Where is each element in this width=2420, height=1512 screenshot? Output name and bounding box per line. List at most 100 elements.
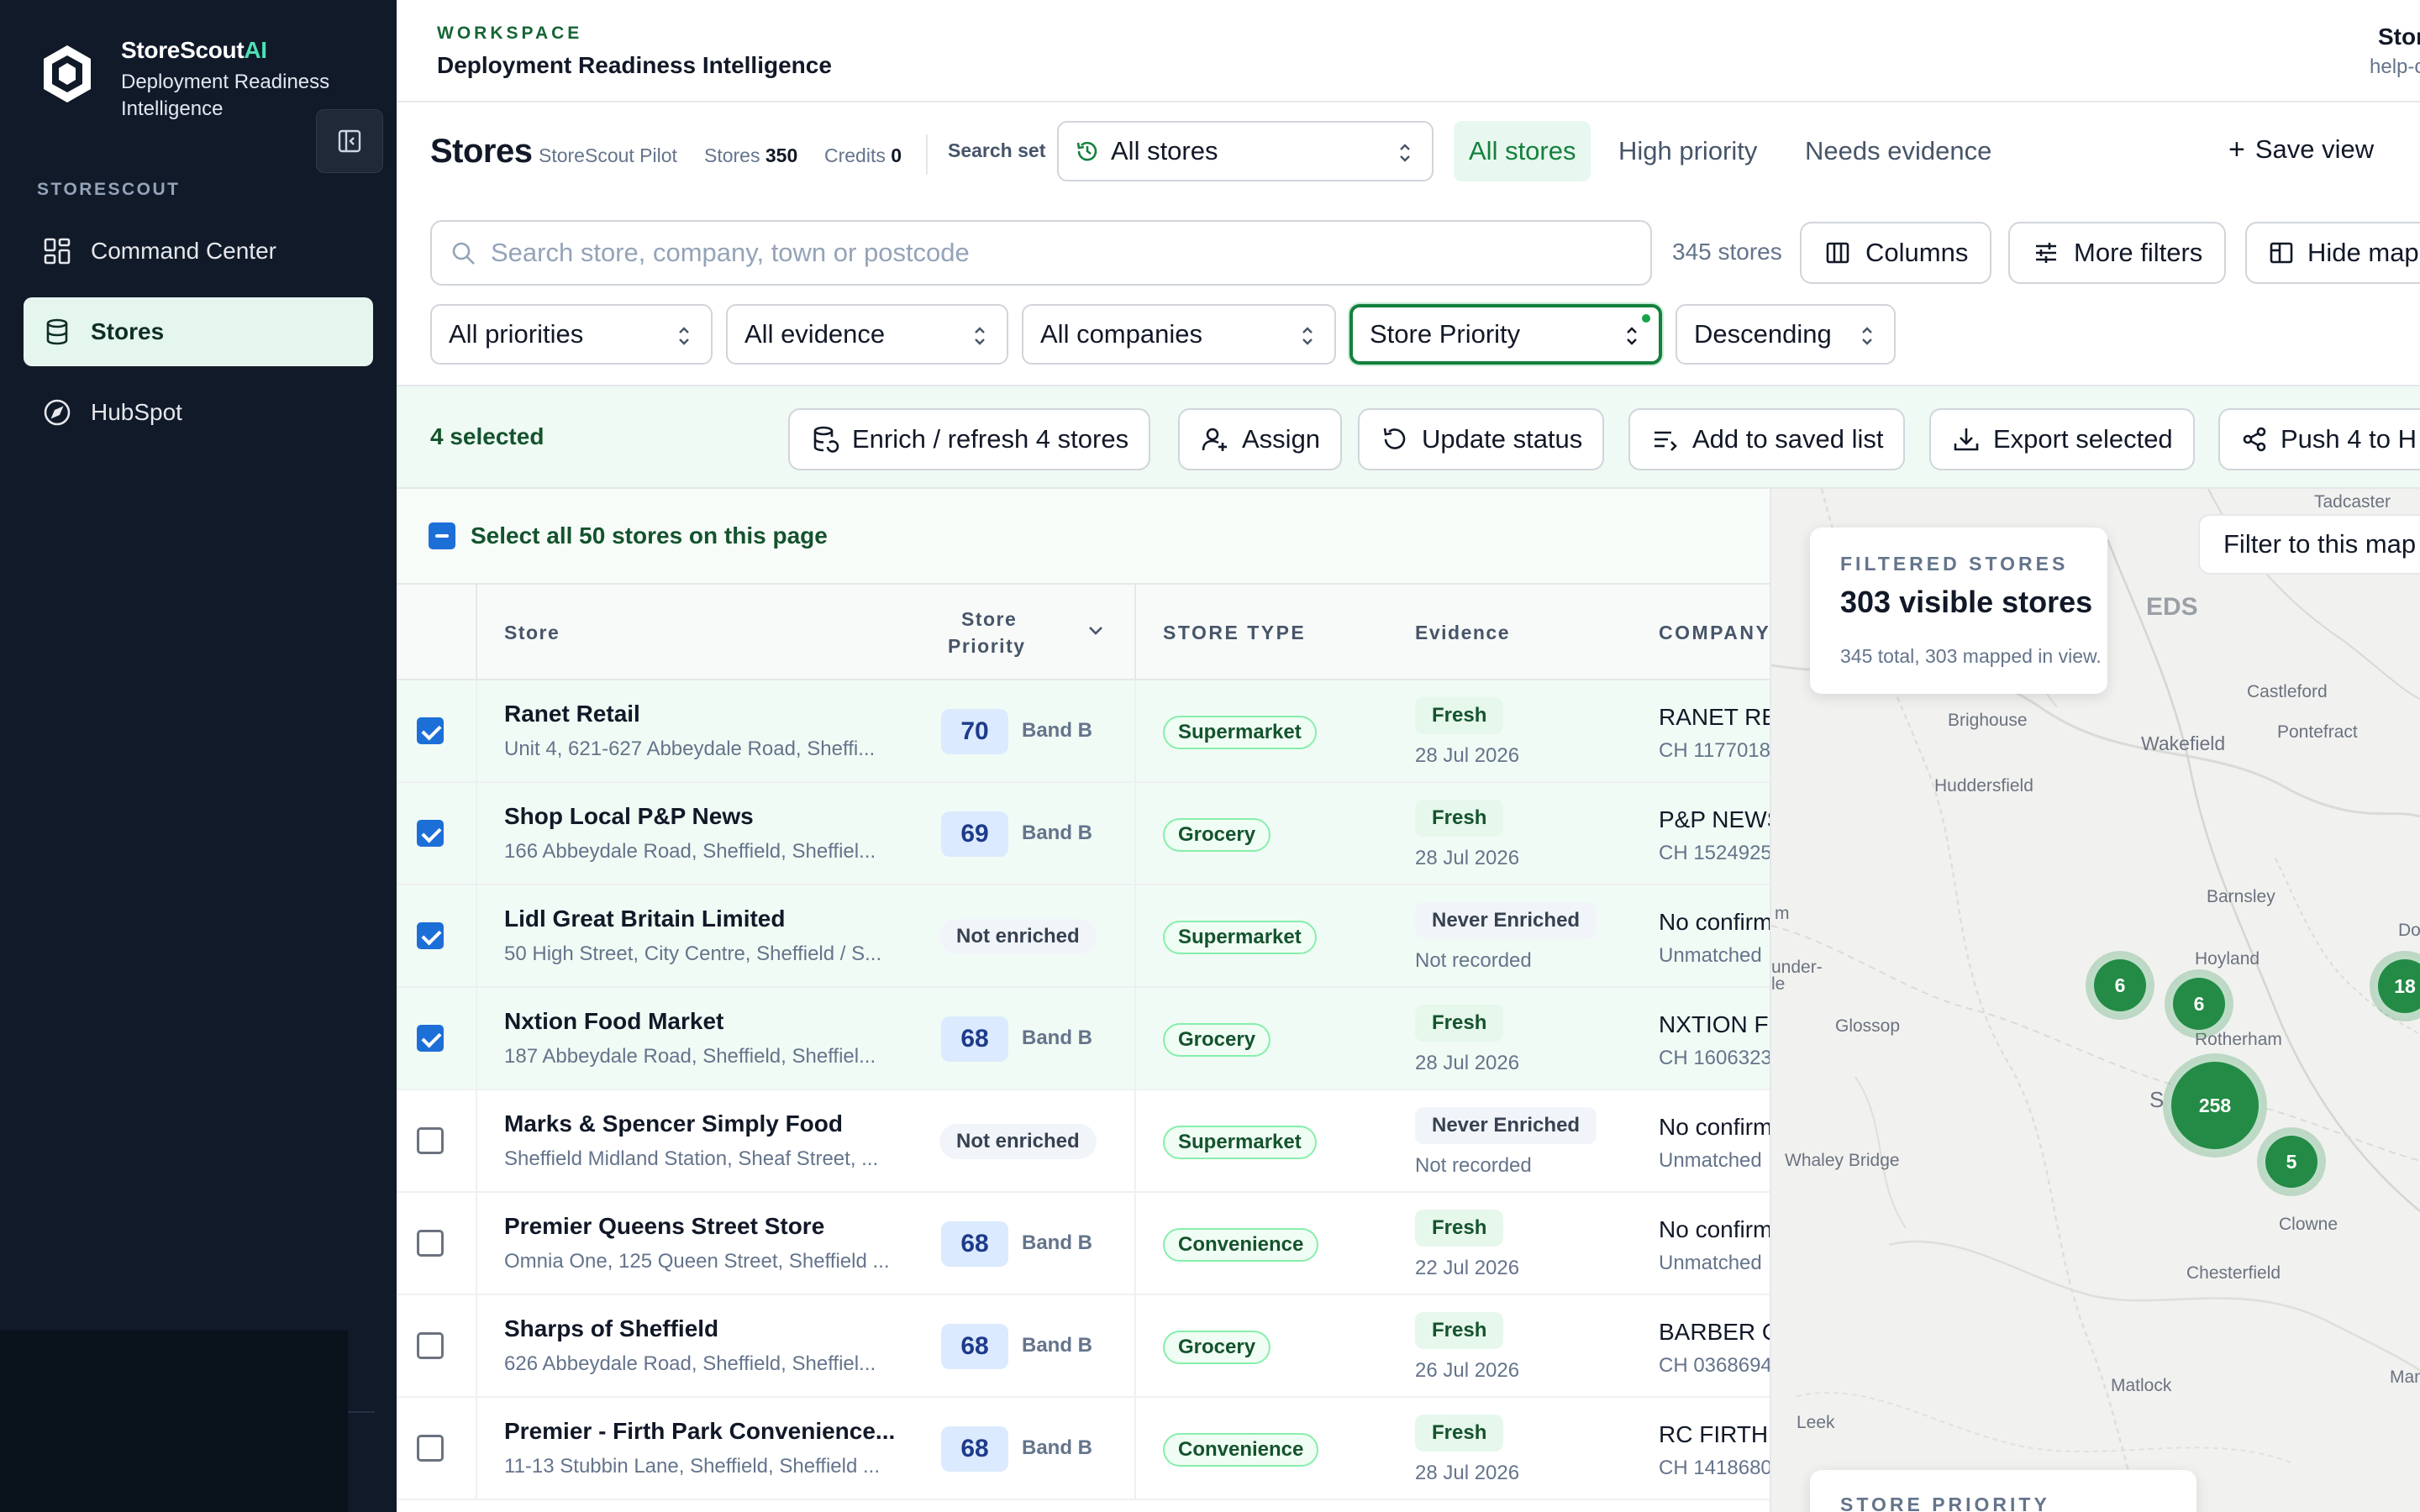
evidence-date: 28 Jul 2026	[1415, 1052, 1520, 1074]
collapse-sidebar-button[interactable]	[316, 109, 383, 173]
map-cluster-marker[interactable]: 6	[2170, 974, 2228, 1033]
map-place-label: Matlock	[2111, 1376, 2172, 1395]
credits-count: Credits 0	[824, 144, 902, 166]
update-status-button[interactable]: Update status	[1358, 408, 1605, 470]
map-cluster-marker[interactable]: 5	[2262, 1132, 2321, 1191]
column-header-company[interactable]: COMPANY	[1659, 622, 1770, 644]
priority-filter-select[interactable]: All priorities	[430, 304, 713, 365]
store-name[interactable]: Sharps of Sheffield	[504, 1315, 718, 1342]
columns-button[interactable]: Columns	[1800, 222, 1992, 284]
table-row[interactable]: Sharps of Sheffield 626 Abbeydale Road, …	[397, 1295, 1770, 1398]
column-header-priority-line1[interactable]: Store	[961, 608, 1016, 631]
table-row[interactable]: Ranet Retail Unit 4, 621-627 Abbeydale R…	[397, 680, 1770, 783]
evidence-filter-select[interactable]: All evidence	[726, 304, 1008, 365]
store-type-badge: Convenience	[1163, 1433, 1319, 1467]
row-checkbox[interactable]	[417, 1332, 444, 1359]
sidebar-item-hubspot[interactable]: HubSpot	[24, 378, 373, 447]
company-filter-select[interactable]: All companies	[1022, 304, 1336, 365]
map-place-label: Brighouse	[1948, 711, 2028, 730]
search-set-select[interactable]: All stores	[1057, 121, 1434, 181]
priority-score: 68	[941, 1221, 1008, 1267]
company-number: Unmatched	[1659, 1149, 1762, 1172]
evidence-badge: Fresh	[1415, 697, 1504, 734]
priority-score: 69	[941, 811, 1008, 857]
store-type-badge: Supermarket	[1163, 921, 1317, 954]
chevron-down-icon[interactable]	[1087, 625, 1104, 637]
store-name[interactable]: Marks & Spencer Simply Food	[504, 1110, 843, 1137]
divider	[1134, 988, 1136, 1090]
priority-band: Band B	[1022, 1334, 1092, 1357]
search-input[interactable]: Search store, company, town or postcode	[430, 220, 1652, 286]
table-row[interactable]: Shop Local P&P News 166 Abbeydale Road, …	[397, 783, 1770, 885]
pilot-label: StoreScout Pilot	[539, 144, 677, 166]
divider	[1134, 1295, 1136, 1398]
store-type-badge: Supermarket	[1163, 1126, 1317, 1159]
sidebar-item-command-center[interactable]: Command Center	[24, 217, 373, 286]
tab-high-priority[interactable]: High priority	[1603, 121, 1772, 181]
divider	[476, 885, 477, 988]
hide-map-button[interactable]: Hide map	[2245, 222, 2420, 284]
push-to-hubspot-button[interactable]: Push 4 to H	[2218, 408, 2420, 470]
evidence-badge: Fresh	[1415, 1005, 1504, 1042]
row-checkbox[interactable]	[417, 1230, 444, 1257]
column-header-store-type[interactable]: STORE TYPE	[1163, 622, 1306, 644]
table-row[interactable]: Premier Queens Street Store Omnia One, 1…	[397, 1193, 1771, 1295]
evidence-date: 22 Jul 2026	[1415, 1257, 1520, 1279]
store-map[interactable]: Tadcaster EDS Castleford Brighouse Wakef…	[1771, 489, 2420, 1512]
row-checkbox[interactable]	[417, 1025, 444, 1052]
tab-all-stores[interactable]: All stores	[1454, 121, 1591, 181]
more-filters-button[interactable]: More filters	[2008, 222, 2227, 284]
map-cluster-marker[interactable]: 6	[2091, 956, 2149, 1015]
map-panel-icon	[2269, 239, 2294, 267]
table-row[interactable]: Lidl Great Britain Limited 50 High Stree…	[397, 885, 1770, 988]
enrich-refresh-button[interactable]: Enrich / refresh 4 stores	[788, 408, 1151, 470]
select-all-row: Select all 50 stores on this page	[397, 489, 1770, 585]
workspace-title: Deployment Readiness Intelligence	[437, 52, 832, 78]
plus-icon: +	[2228, 134, 2245, 165]
row-checkbox[interactable]	[417, 820, 444, 847]
sort-direction-select[interactable]: Descending	[1676, 304, 1896, 365]
store-name[interactable]: Premier - Firth Park Convenience...	[504, 1418, 895, 1445]
map-place-label: Clowne	[2279, 1215, 2338, 1234]
table-row[interactable]: Nxtion Food Market 187 Abbeydale Road, S…	[397, 988, 1770, 1090]
row-checkbox[interactable]	[417, 922, 444, 949]
tab-needs-evidence[interactable]: Needs evidence	[1790, 121, 2007, 181]
export-selected-button[interactable]: Export selected	[1929, 408, 2195, 470]
user-name[interactable]: Stor	[2378, 24, 2420, 50]
store-name[interactable]: Shop Local P&P News	[504, 803, 754, 830]
sidebar-item-stores[interactable]: Stores	[24, 297, 373, 366]
assign-button[interactable]: Assign	[1178, 408, 1343, 470]
column-header-priority-line2[interactable]: Priority	[948, 635, 1026, 658]
store-name[interactable]: Premier Queens Street Store	[504, 1213, 824, 1240]
divider	[348, 1411, 375, 1413]
table-row[interactable]: Marks & Spencer Simply Food Sheffield Mi…	[397, 1090, 1770, 1193]
history-icon	[1076, 139, 1099, 163]
table-row[interactable]: Premier - Firth Park Convenience... 11-1…	[397, 1398, 1770, 1500]
company-name: No confirm	[1659, 1216, 1771, 1242]
row-checkbox[interactable]	[417, 1435, 444, 1462]
add-to-saved-list-button[interactable]: Add to saved list	[1628, 408, 1906, 470]
not-enriched-badge: Not enriched	[939, 1124, 1097, 1159]
divider	[476, 988, 477, 1090]
column-header-evidence[interactable]: Evidence	[1415, 622, 1510, 644]
store-name[interactable]: Ranet Retail	[504, 701, 640, 727]
map-cluster-marker[interactable]: 258	[2168, 1058, 2262, 1152]
store-name[interactable]: Lidl Great Britain Limited	[504, 906, 785, 932]
map-place-label: Tadcaster	[2314, 492, 2391, 512]
select-all-checkbox[interactable]	[429, 522, 455, 549]
filter-to-map-button[interactable]: Filter to this map	[2198, 514, 2420, 575]
column-header-store[interactable]: Store	[504, 622, 560, 644]
bulk-action-bar: 4 selected Enrich / refresh 4 stores Ass…	[397, 385, 2420, 489]
row-checkbox[interactable]	[417, 1127, 444, 1154]
evidence-badge: Fresh	[1415, 1312, 1504, 1349]
download-icon	[1951, 424, 1981, 454]
visible-stores-count: 303 visible stores	[1840, 585, 2093, 619]
sort-field-select[interactable]: Store Priority	[1349, 304, 1662, 365]
row-checkbox[interactable]	[417, 717, 444, 744]
store-address: 11-13 Stubbin Lane, Sheffield, Sheffield…	[504, 1455, 880, 1478]
store-name[interactable]: Nxtion Food Market	[504, 1008, 723, 1035]
save-view-button[interactable]: + Save view	[2228, 134, 2374, 165]
divider	[1134, 1193, 1136, 1295]
rotate-icon	[1380, 424, 1410, 454]
table-header: Store Store Priority STORE TYPE Evidence…	[397, 585, 1770, 680]
